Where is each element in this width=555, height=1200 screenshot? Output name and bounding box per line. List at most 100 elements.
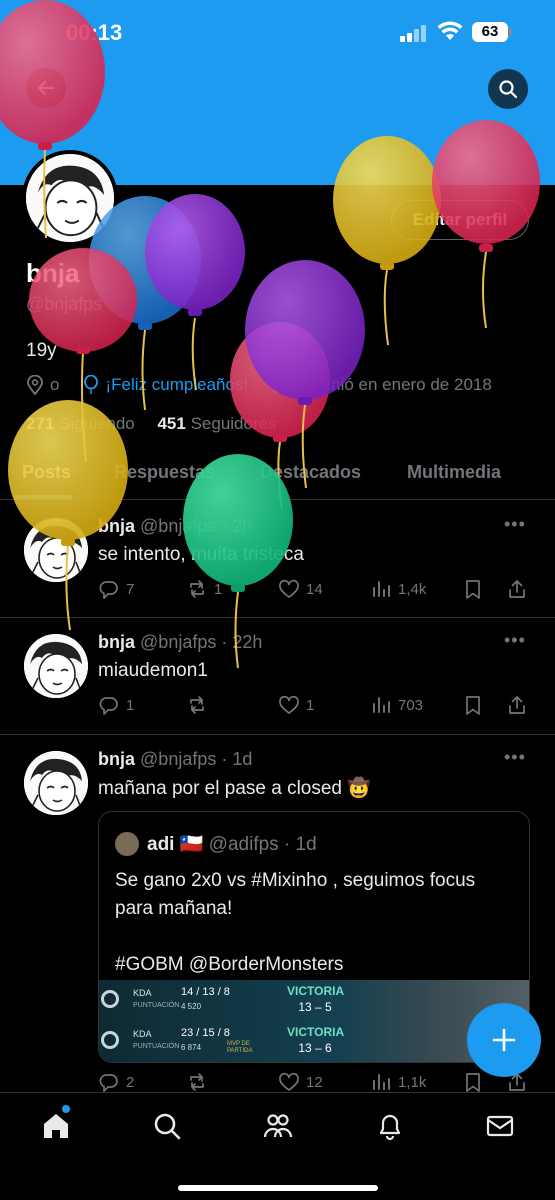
quoted-time: · 1d (283, 834, 317, 855)
post-header: bnja @bnjafps · 1d (98, 749, 252, 770)
more-icon[interactable]: ••• (504, 514, 526, 535)
balloon-icon (84, 375, 99, 394)
repost-button[interactable] (186, 1071, 214, 1093)
post-time: · 22h (221, 632, 263, 652)
like-button[interactable]: 1 (278, 694, 314, 716)
post-text: miaudemon1 (98, 660, 208, 681)
quoted-author-name: adi 🇨🇱 (147, 834, 204, 855)
post-item[interactable]: bnja @bnjafps · 22h ••• miaudemon1 1 1 7… (0, 618, 555, 735)
profile-bio: 19y (26, 340, 57, 361)
like-button[interactable]: 14 (278, 578, 323, 600)
post-author-handle[interactable]: @bnjafps (140, 749, 216, 769)
notification-dot (62, 1105, 70, 1113)
bookmark-button[interactable] (462, 694, 484, 716)
back-button[interactable] (26, 68, 66, 108)
tab-media[interactable]: Multimedia (407, 462, 501, 483)
profile-joined: Se unió en enero de 2018 (296, 375, 492, 394)
tab-highlights[interactable]: Destacados (260, 462, 361, 483)
repost-button[interactable] (186, 694, 214, 716)
post-author-name[interactable]: bnja (98, 632, 135, 652)
post-avatar[interactable] (24, 634, 88, 698)
search-icon (499, 80, 518, 99)
profile-meta: o ¡Feliz cumpleaños! Se unió en enero de… (26, 374, 492, 396)
kda-value: 23 / 15 / 8 (181, 1027, 230, 1039)
status-bar: 00:13 63 (0, 0, 555, 66)
share-button[interactable] (506, 694, 528, 716)
score-value: 6 874 (181, 1043, 202, 1052)
views-button[interactable]: 1,4k (370, 578, 426, 600)
score-label: PUNTUACIÓN (133, 1002, 180, 1009)
repost-count: 1 (214, 580, 223, 598)
reply-icon (99, 1074, 118, 1092)
profile-avatar[interactable] (22, 150, 118, 246)
like-count: 14 (306, 580, 323, 598)
views-icon (373, 1074, 390, 1090)
views-button[interactable]: 1,1k (370, 1071, 426, 1093)
reply-button[interactable]: 7 (98, 578, 134, 600)
quoted-author-handle: @adifps (208, 834, 279, 855)
home-icon[interactable] (41, 1111, 71, 1141)
reply-button[interactable]: 2 (98, 1071, 134, 1093)
views-button[interactable]: 703 (370, 694, 423, 716)
bookmark-button[interactable] (462, 1071, 484, 1093)
post-author-handle[interactable]: @bnjafps (140, 632, 216, 652)
profile-location: o (50, 375, 60, 394)
quoted-media-image[interactable]: KDA PUNTUACIÓN 14 / 13 / 8 4 520 VICTORI… (99, 980, 529, 1062)
score-value: 4 520 (181, 1002, 202, 1011)
post-author-name[interactable]: bnja (98, 749, 135, 769)
bookmark-button[interactable] (462, 578, 484, 600)
share-button[interactable] (506, 578, 528, 600)
like-button[interactable]: 12 (278, 1071, 323, 1093)
match-result: VICTORIA (287, 1025, 345, 1039)
following-link[interactable]: 271 Siguiendo (26, 414, 135, 433)
reply-button[interactable]: 1 (98, 694, 134, 716)
reply-count: 2 (126, 1073, 135, 1091)
post-avatar[interactable] (24, 751, 88, 815)
share-icon (509, 580, 525, 598)
home-indicator (178, 1185, 378, 1191)
mail-icon[interactable] (485, 1111, 515, 1141)
tab-active-indicator (14, 495, 72, 499)
post-author-handle[interactable]: @bnjafps (140, 516, 216, 536)
bottom-navigation (0, 1092, 555, 1200)
edit-profile-button[interactable]: Editar perfil (391, 200, 529, 240)
battery-indicator: 63 (472, 22, 508, 42)
profile-search-button[interactable] (488, 69, 528, 109)
kda-label: KDA (133, 988, 152, 998)
quoted-avatar[interactable] (115, 832, 139, 856)
post-avatar[interactable] (24, 518, 88, 582)
views-count: 1,1k (398, 1073, 427, 1091)
tab-posts[interactable]: Posts (22, 462, 71, 483)
quoted-post[interactable]: adi 🇨🇱 @adifps · 1d Se gano 2x0 vs #Mixi… (98, 811, 530, 1063)
more-icon[interactable]: ••• (504, 747, 526, 768)
followers-link[interactable]: 451 Seguidores (157, 414, 276, 433)
repost-icon (190, 1073, 204, 1091)
location-pin-icon (27, 375, 43, 395)
post-time: · 2h (221, 516, 253, 536)
profile-birthday[interactable]: ¡Feliz cumpleaños! (105, 375, 248, 395)
repost-button[interactable]: 1 (186, 578, 222, 600)
profile-name: bnja (26, 258, 80, 288)
tab-replies[interactable]: Respuestas (114, 462, 215, 483)
compose-button[interactable] (467, 1003, 541, 1077)
communities-icon[interactable] (263, 1111, 293, 1141)
more-icon[interactable]: ••• (504, 630, 526, 651)
post-actions: 1 1 703 (98, 694, 538, 718)
heart-icon (279, 695, 299, 714)
battery-tip (509, 28, 512, 36)
avatar-drawing (26, 154, 114, 242)
post-author-name[interactable]: bnja (98, 516, 135, 536)
avatar-drawing (24, 518, 88, 582)
quoted-text: Se gano 2x0 vs #Mixinho , seguimos focus… (115, 870, 476, 975)
followers-label: Seguidores (190, 414, 277, 433)
reply-icon (99, 581, 118, 599)
bell-icon[interactable] (375, 1111, 405, 1141)
post-item[interactable]: bnja @bnjafps · 2h ••• se intento, muita… (0, 502, 555, 618)
quoted-header: adi 🇨🇱 @adifps · 1d (147, 832, 317, 856)
search-icon[interactable] (152, 1111, 182, 1141)
match-score: 13 – 5 (298, 1000, 332, 1014)
heart-icon (279, 1072, 299, 1091)
calendar-icon (273, 377, 290, 393)
views-count: 703 (398, 696, 424, 714)
followers-count: 451 (157, 414, 186, 433)
